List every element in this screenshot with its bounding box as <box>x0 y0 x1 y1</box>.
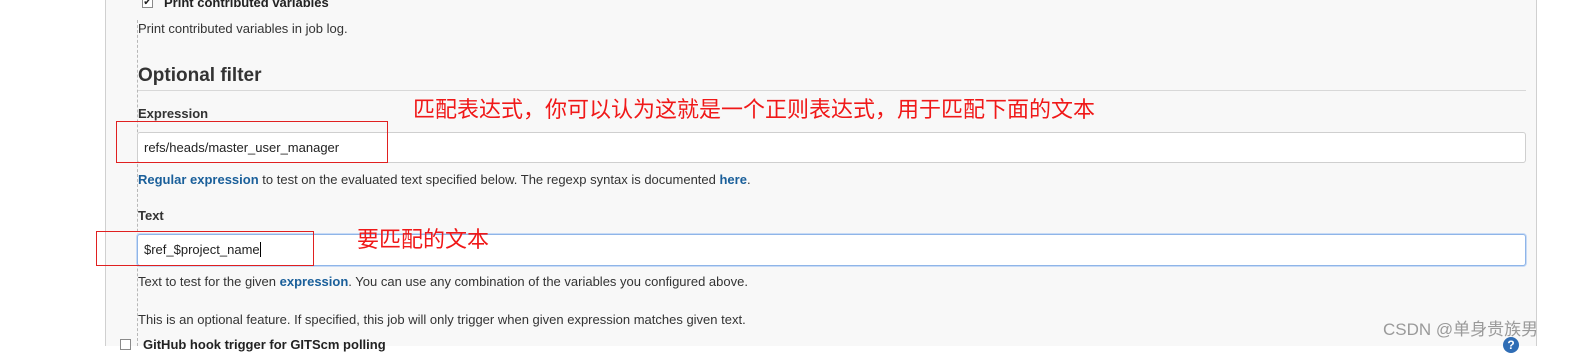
help-icon[interactable]: ? <box>1503 337 1519 353</box>
checkmark-icon: ✔ <box>143 0 152 8</box>
print-vars-checkbox[interactable]: ✔ <box>142 0 153 8</box>
text-help: Text to test for the given expression. Y… <box>138 274 748 289</box>
print-vars-help: Print contributed variables in job log. <box>138 21 348 36</box>
github-hook-label: GitHub hook trigger for GITScm polling <box>143 337 386 352</box>
text-input[interactable]: $ref_$project_name <box>137 234 1526 266</box>
optional-filter-title: Optional filter <box>138 65 262 86</box>
expression-help: Regular expression to test on the evalua… <box>138 172 751 187</box>
text-label: Text <box>138 208 164 223</box>
csdn-watermark: CSDN @单身贵族男 <box>1383 320 1539 339</box>
print-vars-label: Print contributed variables <box>164 0 329 10</box>
expression-highlight-box <box>116 121 388 163</box>
text-help-post: . You can use any combination of the var… <box>348 274 748 289</box>
regular-expression-link[interactable]: Regular expression <box>138 172 259 187</box>
text-highlight-box <box>96 231 314 266</box>
optional-feature-note: This is an optional feature. If specifie… <box>138 312 746 327</box>
regexp-docs-link[interactable]: here <box>719 172 746 187</box>
expression-help-end: . <box>746 172 751 187</box>
github-hook-checkbox[interactable] <box>120 339 131 350</box>
expression-annotation: 匹配表达式，你可以认为这就是一个正则表达式，用于匹配下面的文本 <box>413 97 1096 122</box>
text-help-pre: Text to test for the given <box>138 274 280 289</box>
expression-label: Expression <box>138 106 209 121</box>
text-annotation: 要匹配的文本 <box>357 227 490 252</box>
section-divider <box>138 90 1526 91</box>
expression-help-text: to test on the evaluated text specified … <box>258 172 720 187</box>
expression-link[interactable]: expression <box>280 274 349 289</box>
